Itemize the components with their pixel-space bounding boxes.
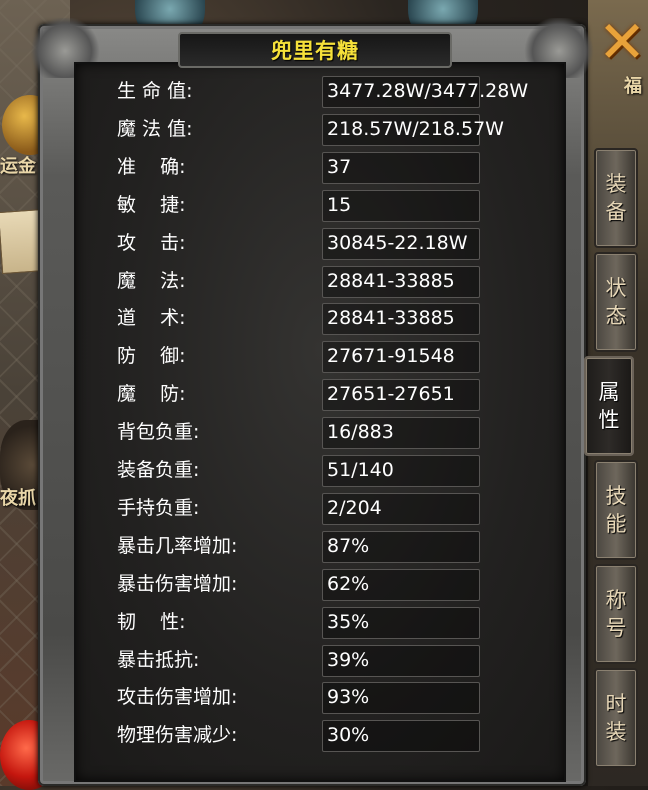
tab-label-char: 装 [605, 172, 627, 196]
stat-value: 15 [327, 193, 352, 216]
stat-row: 手持负重: 2/204 [117, 492, 537, 525]
stat-value: 218.57W/218.57W [327, 117, 504, 140]
tab-attributes[interactable]: 属性 [584, 356, 634, 456]
stat-label: 韧 性: [117, 610, 186, 633]
tab-label-char: 时 [605, 692, 627, 716]
stat-row: 道 术: 28841-33885 [117, 302, 537, 336]
stat-value: 37 [327, 155, 352, 178]
stat-value: 27671-91548 [327, 345, 455, 368]
tab-label-char: 属 [598, 380, 620, 404]
stat-label: 装备负重: [117, 459, 200, 481]
tab-label-char: 备 [605, 200, 627, 224]
tab-label-char: 状 [605, 276, 627, 300]
tab-status[interactable]: 状态 [594, 252, 638, 352]
side-label-left-top: 运金 [0, 156, 36, 177]
stat-row: 生 命 值: 3477.28W/3477.28W [117, 75, 537, 108]
stat-value: 27651-27651 [327, 383, 455, 406]
stat-label: 魔 法 值: [117, 117, 193, 140]
stat-value: 30% [327, 724, 370, 747]
tab-titles[interactable]: 称号 [594, 564, 638, 664]
stat-value: 93% [327, 686, 370, 709]
stat-value: 30845-22.18W [327, 231, 468, 254]
stat-label: 魔 法: [117, 269, 186, 292]
stat-value: 39% [327, 648, 370, 671]
stat-label: 手持负重: [117, 496, 200, 519]
stat-label: 敏 捷: [117, 193, 186, 216]
tab-label-char: 性 [598, 408, 620, 432]
tab-fashion[interactable]: 时装 [594, 668, 638, 768]
stat-label: 攻击伤害增加: [117, 686, 238, 709]
stat-label: 魔 防: [117, 383, 186, 406]
stat-row: 魔 防: 27651-27651 [117, 378, 537, 412]
tab-label-char: 态 [605, 304, 627, 328]
tab-label-char: 技 [605, 484, 627, 508]
stat-row: 物理伤害减少: 30% [117, 719, 537, 753]
stat-value: 28841-33885 [327, 269, 455, 292]
stat-label: 攻 击: [117, 231, 186, 254]
cross-close-icon[interactable]: ✕ [590, 10, 648, 74]
stat-row: 暴击伤害增加: 62% [117, 568, 537, 601]
stat-value: 62% [327, 572, 370, 595]
stat-value: 28841-33885 [327, 307, 455, 330]
stat-row: 暴击几率增加: 87% [117, 530, 537, 563]
player-name-title: 兜里有糖 [271, 39, 359, 63]
stat-label: 物理伤害减少: [117, 724, 238, 747]
stat-value: 3477.28W/3477.28W [327, 80, 529, 102]
stat-label: 暴击几率增加: [117, 534, 238, 557]
tab-label-char: 能 [605, 512, 627, 536]
tab-label-char: 装 [605, 720, 627, 744]
tab-label-char: 号 [605, 616, 627, 640]
stat-label: 防 御: [117, 345, 186, 368]
stat-row: 装备负重: 51/140 [117, 454, 537, 487]
stat-row: 魔 法 值: 218.57W/218.57W [117, 113, 537, 146]
stat-row: 韧 性: 35% [117, 606, 537, 639]
stat-value: 35% [327, 610, 370, 633]
stat-value: 87% [327, 534, 370, 557]
stat-value: 51/140 [327, 459, 394, 481]
stat-row: 防 御: 27671-91548 [117, 340, 537, 374]
stat-row: 暴击抵抗: 39% [117, 644, 537, 677]
stat-label: 背包负重: [117, 421, 200, 444]
stat-label: 暴击伤害增加: [117, 572, 238, 595]
stat-row: 准 确: 37 [117, 151, 537, 184]
tab-equipment[interactable]: 装备 [594, 148, 638, 248]
stat-row: 敏 捷: 15 [117, 189, 537, 222]
side-label-left-mid: 夜抓 [0, 488, 36, 509]
stat-label: 准 确: [117, 155, 186, 178]
tab-label-char: 称 [605, 588, 627, 612]
stat-label: 道 术: [117, 307, 186, 330]
stat-row: 背包负重: 16/883 [117, 416, 537, 450]
tab-skills[interactable]: 技能 [594, 460, 638, 560]
stat-row: 魔 法: 28841-33885 [117, 265, 537, 298]
stat-row: 攻击伤害增加: 93% [117, 681, 537, 715]
title-bar: 兜里有糖 [178, 32, 452, 68]
stat-value: 16/883 [327, 421, 394, 444]
stat-label: 生 命 值: [117, 80, 193, 102]
stat-row: 攻 击: 30845-22.18W [117, 227, 537, 260]
stat-value: 2/204 [327, 496, 382, 519]
stat-label: 暴击抵抗: [117, 648, 200, 671]
